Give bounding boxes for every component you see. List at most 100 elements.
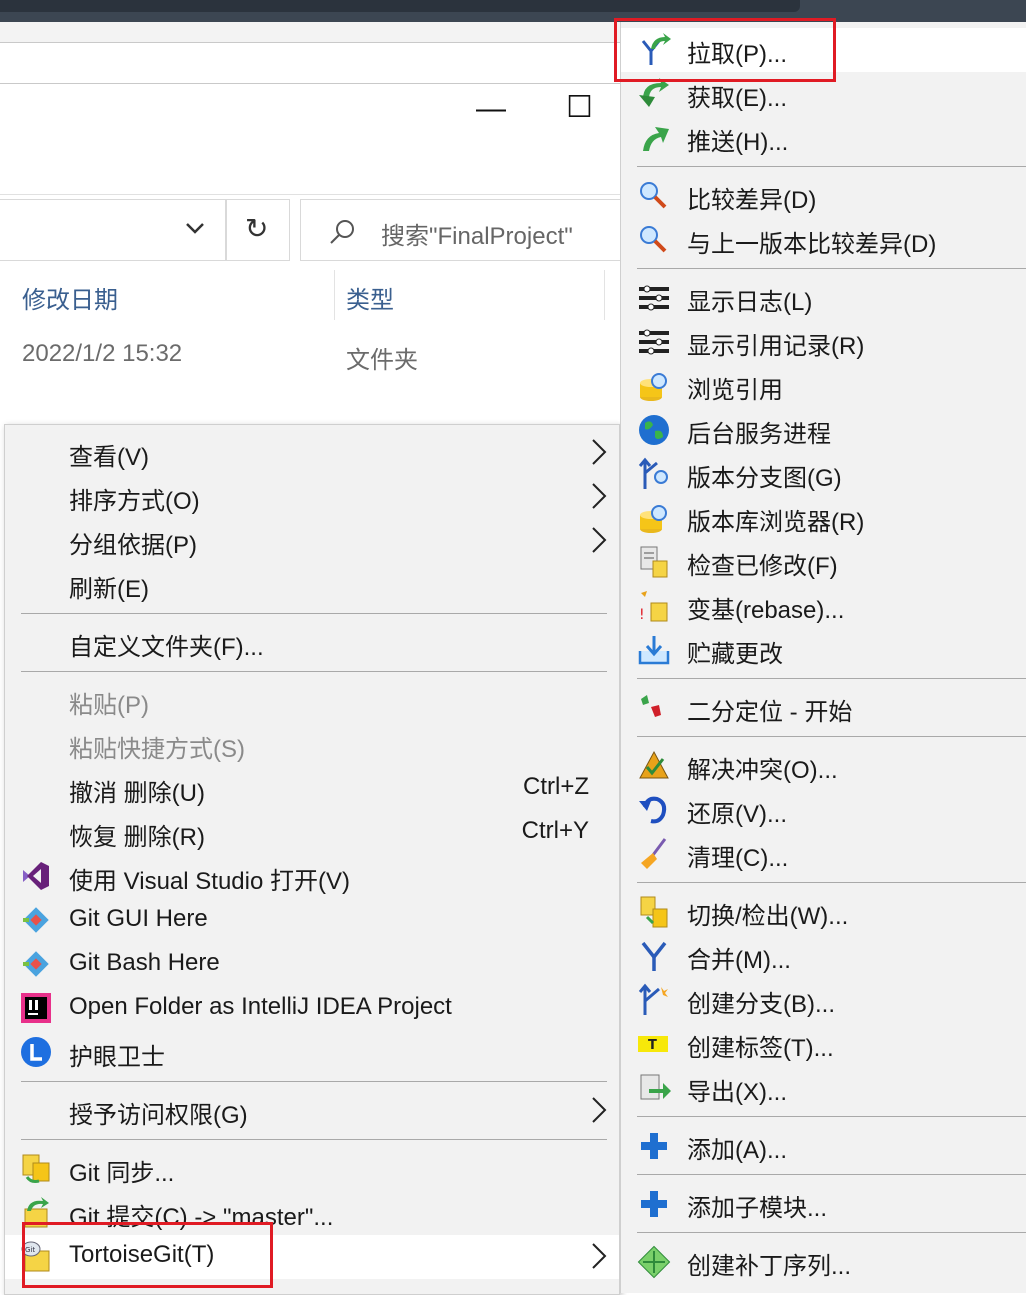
menu-item-label: 恢复 删除(R) — [69, 824, 205, 851]
submenu-item-repo-browser[interactable]: 版本库浏览器(R) — [621, 496, 1026, 540]
export-icon — [640, 1074, 671, 1100]
refresh-icon: ↻ — [245, 213, 269, 244]
log-icon — [639, 285, 669, 311]
patch-icon — [637, 1245, 671, 1279]
submenu-item-merge[interactable]: 合并(M)... — [621, 934, 1026, 978]
tortoisegit-submenu: 拉取(P)... 获取(E)... 推送(H)... 比较差异(D) 与上一版本… — [620, 22, 1026, 1293]
menu-separator — [637, 1116, 1026, 1117]
refresh-button[interactable]: ↻ — [226, 199, 290, 261]
menu-item-eye-guard[interactable]: 护眼卫士 — [5, 1031, 619, 1075]
nav-row: ↻ 搜索"FinalProject" — [0, 194, 642, 267]
submenu-item-label: 解决冲突(O)... — [687, 757, 838, 784]
menu-item-intellij[interactable]: Open Folder as IntelliJ IDEA Project — [5, 987, 619, 1031]
menu-item-git-gui[interactable]: Git GUI Here — [5, 899, 619, 943]
plus-icon — [641, 1133, 667, 1159]
visual-studio-icon — [23, 862, 49, 890]
menu-item-paste-shortcut[interactable]: 粘贴快捷方式(S) — [5, 723, 619, 767]
submenu-item-resolve[interactable]: 解决冲突(O)... — [621, 744, 1026, 788]
submenu-item-label: 浏览引用 — [687, 377, 783, 404]
chevron-right-icon — [592, 439, 607, 465]
broom-icon — [641, 838, 667, 869]
plus-icon — [641, 1191, 667, 1217]
submenu-item-show-log[interactable]: 显示日志(L) — [621, 276, 1026, 320]
column-type[interactable]: 类型 — [346, 280, 394, 315]
menu-item-group[interactable]: 分组依据(P) — [5, 519, 619, 563]
menu-item-git-sync[interactable]: Git 同步... — [5, 1147, 619, 1191]
tag-icon-text: T — [648, 1038, 657, 1053]
column-divider — [334, 270, 335, 320]
menu-item-sort[interactable]: 排序方式(O) — [5, 475, 619, 519]
submenu-item-bisect[interactable]: 二分定位 - 开始 — [621, 686, 1026, 730]
address-dropdown[interactable] — [0, 199, 226, 261]
submenu-item-label: 创建补丁序列... — [687, 1253, 852, 1280]
menu-item-refresh[interactable]: 刷新(E) — [5, 563, 619, 607]
menu-item-label: 排序方式(O) — [69, 488, 200, 515]
shortcut-label: Ctrl+Z — [523, 773, 589, 800]
minimize-button[interactable]: — — [476, 92, 506, 126]
intellij-icon — [21, 993, 51, 1023]
menu-item-label: 查看(V) — [69, 444, 149, 471]
submenu-item-push[interactable]: 推送(H)... — [621, 116, 1026, 160]
menu-item-paste[interactable]: 粘贴(P) — [5, 679, 619, 723]
submenu-item-label: 合并(M)... — [687, 947, 791, 974]
repo-browser-icon — [640, 505, 667, 533]
file-list: 修改日期 类型 2022/1/2 15:32 文件夹 — [0, 266, 620, 424]
resolve-conflict-icon — [639, 750, 669, 779]
submenu-item-label: 添加(A)... — [687, 1137, 787, 1164]
submenu-item-add[interactable]: 添加(A)... — [621, 1124, 1026, 1168]
shortcut-label: Ctrl+Y — [521, 817, 589, 844]
menu-separator — [21, 1139, 607, 1140]
git-gui-icon — [23, 907, 49, 933]
submenu-item-create-branch[interactable]: 创建分支(B)... — [621, 978, 1026, 1022]
menu-item-redo-delete[interactable]: 恢复 删除(R) Ctrl+Y — [5, 811, 619, 855]
check-modifications-icon — [640, 546, 668, 578]
menu-item-view[interactable]: 查看(V) — [5, 431, 619, 475]
submenu-item-diff-previous[interactable]: 与上一版本比较差异(D) — [621, 218, 1026, 262]
row-modified-date: 2022/1/2 15:32 — [22, 340, 183, 367]
submenu-item-reflog[interactable]: 显示引用记录(R) — [621, 320, 1026, 364]
menu-item-label: Open Folder as IntelliJ IDEA Project — [69, 993, 452, 1020]
submenu-item-label: 添加子模块... — [687, 1195, 828, 1222]
browse-refs-icon — [640, 373, 667, 401]
revert-icon — [639, 796, 667, 824]
column-modified-date[interactable]: 修改日期 — [22, 280, 118, 315]
submenu-item-revert[interactable]: 还原(V)... — [621, 788, 1026, 832]
menu-item-grant-access[interactable]: 授予访问权限(G) — [5, 1089, 619, 1133]
submenu-item-cleanup[interactable]: 清理(C)... — [621, 832, 1026, 876]
submenu-item-revision-graph[interactable]: 版本分支图(G) — [621, 452, 1026, 496]
submenu-item-check-modifications[interactable]: 检查已修改(F) — [621, 540, 1026, 584]
menu-item-undo-delete[interactable]: 撤消 删除(U) Ctrl+Z — [5, 767, 619, 811]
menu-item-customize-folder[interactable]: 自定义文件夹(F)... — [5, 621, 619, 665]
menu-separator — [21, 613, 607, 614]
chevron-right-icon — [592, 1097, 607, 1123]
submenu-item-create-patch-series[interactable]: 创建补丁序列... — [621, 1240, 1026, 1284]
git-bash-icon — [23, 951, 49, 977]
chevron-right-icon — [592, 1243, 607, 1269]
magnifier-diff-icon — [640, 182, 667, 209]
submenu-item-stash[interactable]: 贮藏更改 — [621, 628, 1026, 672]
search-input[interactable]: 搜索"FinalProject" — [381, 216, 573, 251]
submenu-item-switch[interactable]: 切换/检出(W)... — [621, 890, 1026, 934]
submenu-item-rebase[interactable]: ! 变基(rebase)... — [621, 584, 1026, 628]
menu-item-label: Git Bash Here — [69, 949, 220, 976]
submenu-item-label: 创建分支(B)... — [687, 991, 835, 1018]
search-icon — [330, 220, 354, 244]
submenu-item-label: 还原(V)... — [687, 801, 787, 828]
submenu-item-daemon[interactable]: 后台服务进程 — [621, 408, 1026, 452]
submenu-item-create-tag[interactable]: T 创建标签(T)... — [621, 1022, 1026, 1066]
submenu-item-label: 推送(H)... — [687, 129, 789, 156]
title-bar-dark — [0, 0, 800, 12]
menu-item-label: 粘贴(P) — [69, 692, 149, 719]
submenu-item-browse-refs[interactable]: 浏览引用 — [621, 364, 1026, 408]
submenu-item-diff[interactable]: 比较差异(D) — [621, 174, 1026, 218]
maximize-button[interactable]: ☐ — [566, 90, 593, 125]
menu-item-open-visual-studio[interactable]: 使用 Visual Studio 打开(V) — [5, 855, 619, 899]
submenu-item-add-submodule[interactable]: 添加子模块... — [621, 1182, 1026, 1226]
submenu-item-export[interactable]: 导出(X)... — [621, 1066, 1026, 1110]
menu-separator — [21, 671, 607, 672]
menu-item-label: Git GUI Here — [69, 905, 208, 932]
address-field[interactable] — [0, 42, 640, 84]
search-box[interactable]: 搜索"FinalProject" — [300, 199, 642, 261]
menu-item-git-bash[interactable]: Git Bash Here — [5, 943, 619, 987]
submenu-item-label: 变基(rebase)... — [687, 597, 845, 624]
